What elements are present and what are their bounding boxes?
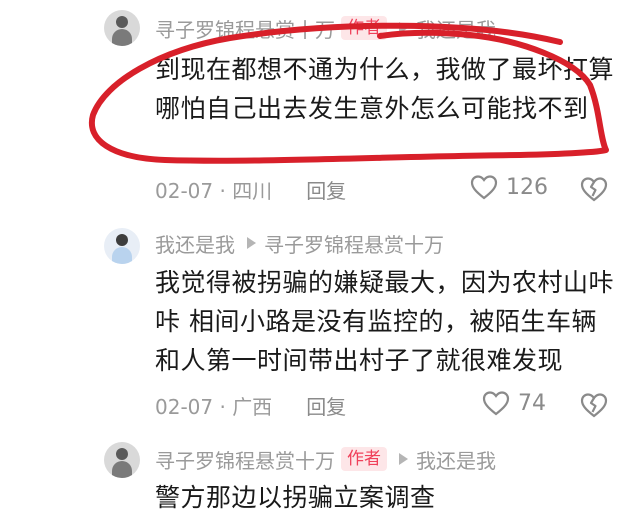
triangle-right-icon (399, 22, 408, 34)
comment-meta: 我还是我 寻子罗锦程悬赏十万 (155, 229, 444, 257)
avatar-figure-body (112, 461, 132, 478)
comment-text: 到现在都想不通为什么，我做了最坏打算哪怕自己出去发生意外怎么可能找不到 (155, 55, 615, 123)
avatar[interactable] (104, 442, 140, 478)
like-button[interactable]: 74 (482, 390, 546, 416)
broken-heart-icon (580, 393, 608, 418)
avatar-figure (116, 448, 128, 460)
dislike-button[interactable] (580, 392, 608, 422)
author-name[interactable]: 寻子罗锦程悬赏十万 (155, 14, 335, 43)
avatar-figure-body (112, 29, 132, 46)
like-count: 74 (518, 390, 546, 416)
comment-footer: 02-07 · 广西 回复 (155, 390, 615, 420)
heart-outline-icon (482, 391, 510, 416)
avatar-figure-body (112, 247, 132, 264)
dislike-button[interactable] (580, 176, 608, 206)
author-badge: 作者 (341, 447, 387, 471)
heart-outline-icon (470, 175, 498, 200)
date-location: 02-07 · 四川 (155, 178, 273, 203)
avatar-figure (116, 16, 128, 28)
author-name[interactable]: 寻子罗锦程悬赏十万 (155, 445, 335, 474)
like-count: 126 (506, 174, 548, 200)
comment-meta: 寻子罗锦程悬赏十万 作者 我还是我 (155, 445, 496, 473)
avatar[interactable] (104, 10, 140, 46)
reply-to-name[interactable]: 寻子罗锦程悬赏十万 (264, 229, 444, 258)
broken-heart-icon (580, 177, 608, 202)
reply-to-name[interactable]: 我还是我 (416, 445, 496, 474)
like-button[interactable]: 126 (470, 174, 548, 200)
avatar[interactable] (104, 228, 140, 264)
avatar-figure (116, 234, 128, 246)
reply-button[interactable]: 回复 (306, 391, 346, 420)
comment-meta: 寻子罗锦程悬赏十万 作者 我还是我 (155, 14, 496, 42)
reply-to-name[interactable]: 我还是我 (416, 14, 496, 43)
date-location: 02-07 · 广西 (155, 394, 273, 419)
reply-button[interactable]: 回复 (306, 175, 346, 204)
author-badge: 作者 (341, 16, 387, 40)
comment-text: 我觉得被拐骗的嫌疑最大，因为农村山咔咔 相间小路是没有监控的，被陌生车辆和人第一… (155, 268, 615, 375)
author-name[interactable]: 我还是我 (155, 229, 235, 258)
triangle-right-icon (399, 453, 408, 465)
comment-text: 警方那边以拐骗立案调查 (155, 483, 436, 512)
triangle-right-icon (247, 237, 256, 249)
